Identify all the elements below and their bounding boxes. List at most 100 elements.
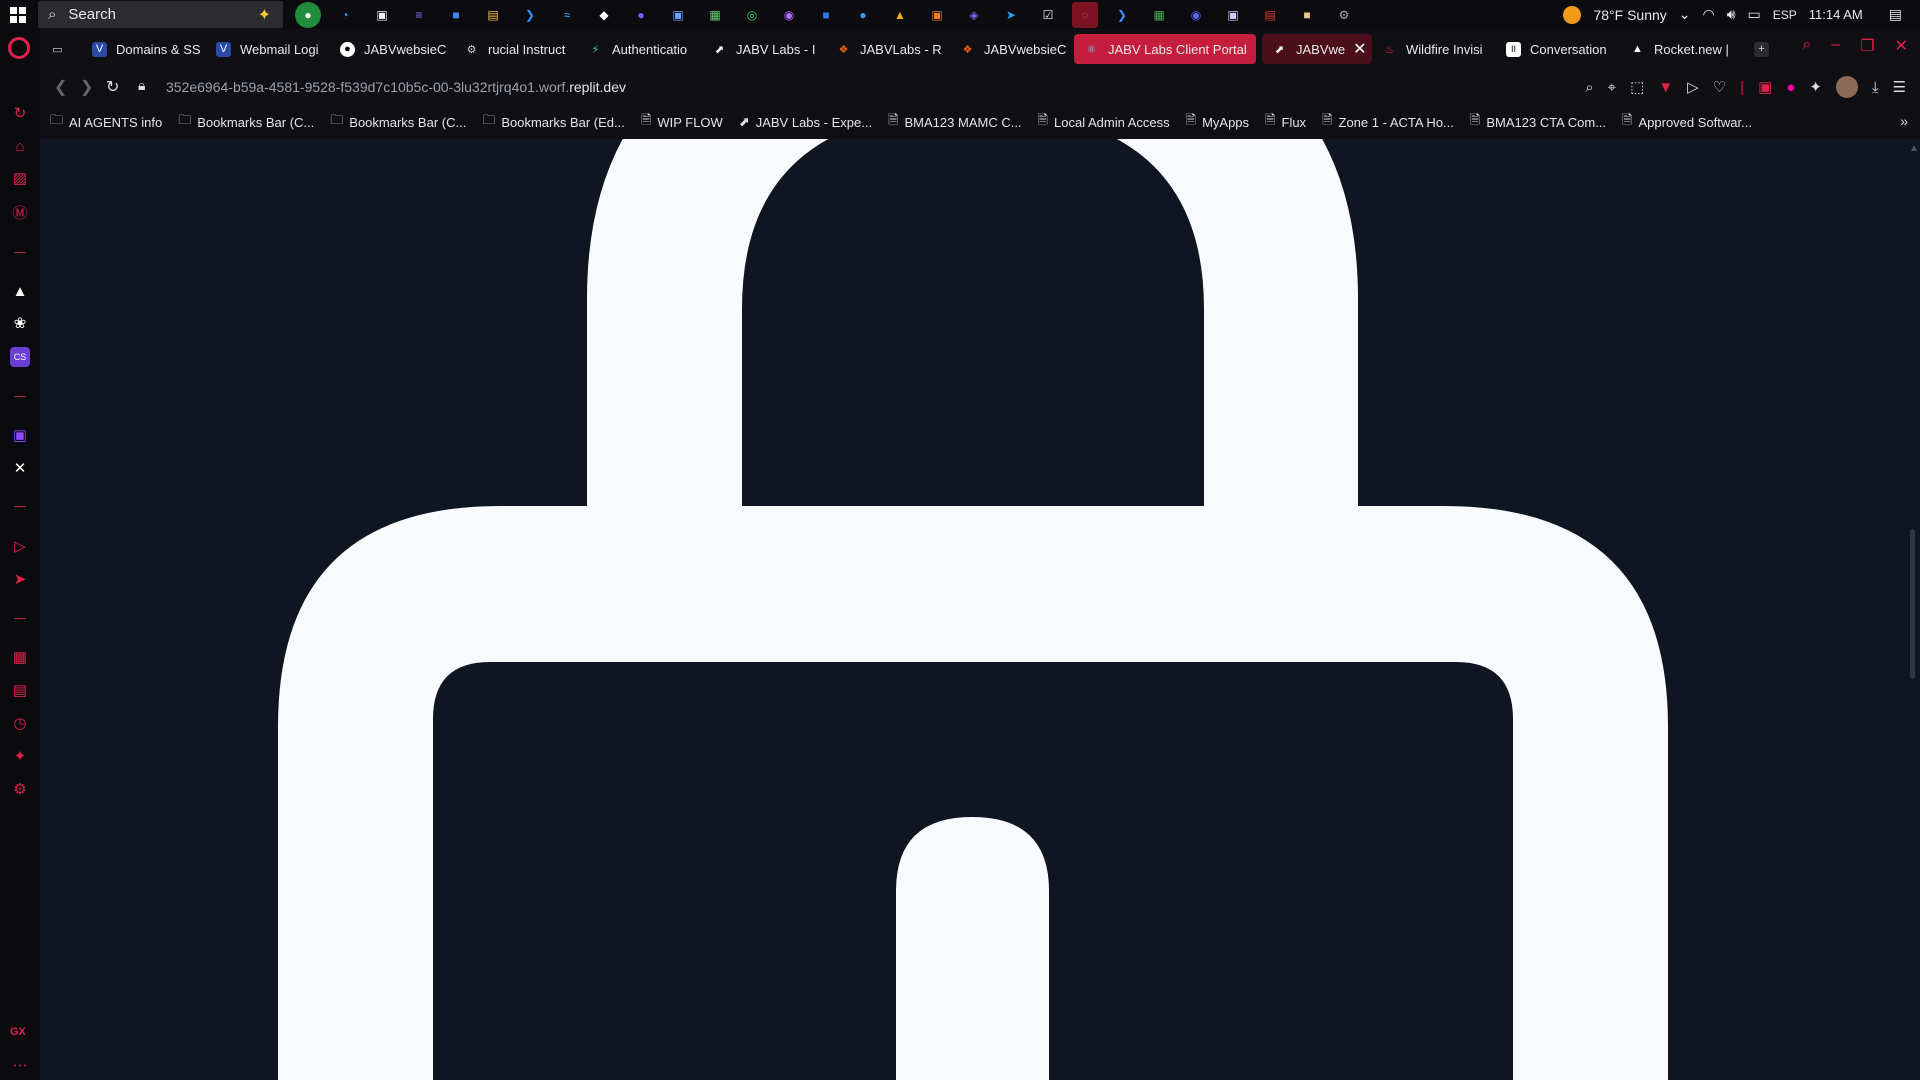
bookmark-heart-icon[interactable]: ♡ — [1713, 78, 1726, 96]
telegram-app-icon[interactable]: ➤ — [998, 2, 1024, 28]
discord-app-icon[interactable]: ◉ — [1183, 2, 1209, 28]
twitch-icon[interactable]: ▣ — [10, 425, 30, 445]
new-tab-button[interactable]: + — [1744, 34, 1780, 64]
clock-time[interactable]: 11:14 AM — [1809, 7, 1863, 22]
restore-icon[interactable]: ❐ — [1860, 36, 1874, 56]
news-icon[interactable]: ▨ — [10, 168, 30, 188]
close-window-icon[interactable]: ✕ — [1895, 36, 1908, 56]
ai-app-icon[interactable]: ● — [628, 2, 654, 28]
powershell-app-icon[interactable]: ❯ — [1109, 2, 1135, 28]
scroll-up-icon[interactable]: ▲ — [1909, 143, 1919, 154]
messenger-app-icon[interactable]: ◈ — [961, 2, 987, 28]
vpn-app-icon[interactable]: ● — [850, 2, 876, 28]
battery-icon[interactable]: ▭ — [1748, 6, 1761, 23]
calendar-app-icon[interactable]: ▤ — [1257, 2, 1283, 28]
wifi-icon[interactable]: ◠ — [1703, 6, 1715, 23]
profile-avatar[interactable] — [1835, 76, 1858, 98]
minimize-icon[interactable]: – — [1831, 36, 1840, 56]
tab-current[interactable]: ⬈ JABVwe ✕ — [1262, 34, 1372, 64]
remote-app-icon[interactable]: ▣ — [1220, 2, 1246, 28]
weather-text[interactable]: 78°F Sunny — [1593, 7, 1666, 23]
tab-search-icon[interactable]: ⌕ — [1802, 36, 1811, 56]
speed-dial-icon[interactable]: ↻ — [10, 103, 30, 123]
gaming-icon[interactable]: ⌂ — [10, 136, 30, 156]
file-explorer-app-icon[interactable]: ▤ — [480, 2, 506, 28]
extensions-puzzle-icon[interactable]: ✦ — [1809, 78, 1822, 96]
bookmark-item[interactable]: ⬈ JABV Labs - Expe... — [739, 114, 872, 130]
bookmark-folder[interactable]: 🗀︎ AI AGENTS info — [50, 111, 162, 133]
opera-gx-app-icon[interactable]: ○ — [1072, 1, 1098, 28]
outlook-app-icon[interactable]: ■ — [813, 2, 839, 28]
vpn-icon[interactable]: ▣ — [1758, 78, 1772, 96]
opera-gx-logo-icon[interactable] — [8, 37, 30, 59]
scrollbar-thumb[interactable] — [1910, 529, 1915, 679]
notifications-icon[interactable]: ▤ — [1889, 6, 1902, 23]
tab-jabvlabs-replit[interactable]: ❖ JABVLabs - R — [826, 34, 950, 64]
bookmark-folder[interactable]: 🗀︎ Bookmarks Bar (Ed... — [482, 111, 625, 133]
tab-island-icon[interactable]: ▭ — [40, 34, 82, 64]
history-icon[interactable]: ◷ — [10, 713, 30, 733]
bookmark-item[interactable]: 🗎︎ Approved Softwar... — [1622, 111, 1752, 133]
url-field[interactable]: 352e6964-b59a-4581-9528-f539d7c10b5c-00-… — [166, 79, 626, 95]
aria-ai-icon[interactable]: ▲ — [10, 281, 30, 301]
pin-icon[interactable]: ⌖ — [1608, 79, 1616, 96]
volume-icon[interactable]: 🔊︎ — [1727, 6, 1736, 23]
mail-icon[interactable]: Ⓜ — [10, 202, 30, 222]
zoom-icon[interactable]: ⌕ — [1585, 79, 1593, 96]
lock-icon[interactable]: 🔒︎ — [138, 77, 145, 94]
taskbar-search-box[interactable]: ⌕ Search ✦ — [38, 1, 283, 28]
back-icon[interactable]: ❮ — [54, 77, 67, 97]
weather-icon[interactable] — [1563, 5, 1582, 24]
excel-app-icon[interactable]: ▦ — [1146, 2, 1172, 28]
chatgpt-app-icon[interactable]: ● — [295, 1, 321, 28]
tab-authentication[interactable]: ⚡︎ Authenticatio — [578, 34, 702, 64]
cursor-app-icon[interactable]: ◆ — [591, 2, 617, 28]
bookmark-folder[interactable]: 🗀︎ Bookmarks Bar (C... — [178, 111, 314, 133]
bookmark-item[interactable]: 🗎︎ WIP FLOW — [641, 111, 723, 133]
tab-webmail[interactable]: V Webmail Logi — [206, 34, 330, 64]
bookmark-folder[interactable]: 🗀︎ Bookmarks Bar (C... — [330, 111, 466, 133]
language-indicator[interactable]: ESP — [1773, 8, 1797, 22]
bookmark-item[interactable]: 🗎︎ Local Admin Access — [1038, 111, 1170, 133]
editor-app-icon[interactable]: ■ — [443, 2, 469, 28]
tab-instructions[interactable]: ⚙ rucial Instruct — [454, 34, 578, 64]
chevron-up-icon[interactable]: ⌄ — [1679, 6, 1691, 23]
podcast-app-icon[interactable]: ◉ — [776, 2, 802, 28]
monitor-app-icon[interactable]: ▣ — [665, 2, 691, 28]
windows-start-button[interactable] — [0, 0, 36, 29]
bookmark-item[interactable]: 🗎︎ BMA123 CTA Com... — [1470, 111, 1606, 133]
easy-setup-icon[interactable]: ☰ — [1893, 78, 1906, 96]
vscode-app-icon[interactable]: ❯ — [517, 2, 543, 28]
color-picker-icon[interactable]: ● — [1786, 79, 1795, 96]
tab-rocket[interactable]: ▲ Rocket.new | — [1620, 34, 1744, 64]
visual-studio-app-icon[interactable]: ≡ — [406, 2, 432, 28]
x-twitter-icon[interactable]: ✕ — [10, 458, 30, 478]
edge-app-icon[interactable]: ◔ — [332, 2, 358, 28]
more-options-icon[interactable]: ⋯ — [10, 1055, 30, 1075]
photo-app-icon[interactable]: ▣ — [924, 2, 950, 28]
tab-conversation[interactable]: II Conversation — [1496, 34, 1620, 64]
send-icon[interactable]: ➤ — [10, 569, 30, 589]
forward-icon[interactable]: ❯ — [80, 77, 93, 97]
tool-app-icon[interactable]: ▲ — [887, 2, 913, 28]
cs-app-icon[interactable]: CS — [10, 347, 30, 367]
bookmark-item[interactable]: 🗎︎ Flux — [1265, 111, 1306, 133]
bookmark-item[interactable]: 🗎︎ BMA123 MAMC C... — [888, 111, 1021, 133]
page-scrollbar[interactable]: ▲ — [1906, 139, 1920, 1080]
tab-jabvwebsie-replit[interactable]: ❖ JABVwebsieC — [950, 34, 1074, 64]
workspaces-icon[interactable]: ▦ — [10, 647, 30, 667]
bookmark-item[interactable]: 🗎︎ MyApps — [1186, 111, 1249, 133]
tab-github[interactable]: ● JABVwebsieC — [330, 34, 454, 64]
extensions-icon[interactable]: ✦ — [10, 746, 30, 766]
windsurf-app-icon[interactable]: ≈ — [554, 2, 580, 28]
gx-control-label[interactable]: GX — [10, 1026, 26, 1038]
settings-app-icon[interactable]: ⚙ — [1331, 2, 1357, 28]
chevron-double-right-icon[interactable]: » — [1900, 113, 1908, 129]
snapshot-icon[interactable]: ⬚ — [1630, 78, 1644, 96]
settings-icon[interactable]: ⚙ — [10, 779, 30, 799]
download-icon[interactable]: ⤓ — [1872, 79, 1879, 96]
chatgpt-icon[interactable]: ❀ — [10, 313, 30, 333]
close-tab-icon[interactable]: ✕ — [1353, 39, 1366, 59]
tasks-app-icon[interactable]: ☑ — [1035, 2, 1061, 28]
store-app-icon[interactable]: ▣ — [369, 2, 395, 28]
